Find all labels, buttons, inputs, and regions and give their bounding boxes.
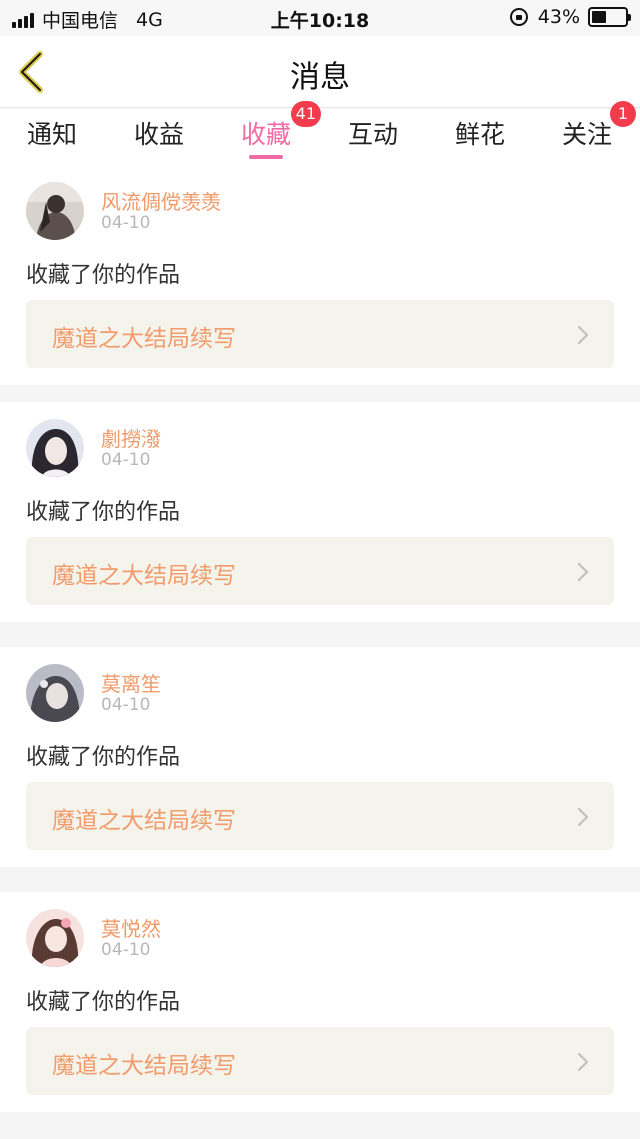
avatar[interactable] — [26, 909, 84, 967]
tab-favorites[interactable]: 收藏 41 — [240, 101, 322, 159]
chevron-right-icon — [577, 325, 589, 345]
username[interactable]: 莫悦然 — [101, 913, 161, 942]
battery-percent: 43% — [537, 6, 580, 28]
work-link[interactable]: 魔道之大结局续写 — [26, 537, 614, 605]
avatar[interactable] — [26, 664, 84, 722]
message-card: 莫离笙 04-10 收藏了你的作品 魔道之大结局续写 — [0, 647, 640, 867]
chevron-right-icon — [577, 1052, 589, 1072]
tab-label: 鲜花 — [454, 120, 506, 149]
tab-follow[interactable]: 关注 1 — [561, 101, 637, 151]
message-text: 收藏了你的作品 — [26, 990, 181, 1015]
unread-badge: 1 — [610, 101, 637, 127]
work-title: 魔道之大结局续写 — [52, 1053, 236, 1079]
username[interactable]: 风流倜傥羡羡 — [101, 186, 221, 215]
tab-bar: 通知 收益 收藏 41 互动 鲜花 关注 1 — [0, 101, 640, 165]
message-text: 收藏了你的作品 — [26, 745, 181, 770]
message-date: 04-10 — [101, 450, 151, 470]
message-date: 04-10 — [101, 940, 151, 960]
work-title: 魔道之大结局续写 — [52, 326, 236, 352]
message-card: 莫悦然 04-10 收藏了你的作品 魔道之大结局续写 — [0, 892, 640, 1112]
tab-label: 收藏 — [240, 120, 292, 149]
battery-fill — [592, 11, 606, 23]
active-tab-indicator — [248, 155, 283, 159]
message-card: 风流倜傥羡羡 04-10 收藏了你的作品 魔道之大结局续写 — [0, 165, 640, 385]
battery-icon — [588, 7, 631, 27]
tab-notice[interactable]: 通知 — [27, 115, 77, 151]
tab-earnings[interactable]: 收益 — [134, 115, 184, 151]
page-title: 消息 — [290, 60, 350, 95]
message-date: 04-10 — [101, 695, 151, 715]
work-link[interactable]: 魔道之大结局续写 — [26, 1027, 614, 1095]
avatar[interactable] — [26, 419, 84, 477]
nav-bar: 消息 — [0, 36, 640, 108]
chevron-right-icon — [577, 562, 589, 582]
tab-label: 通知 — [26, 120, 78, 149]
message-card: 劇撈潑 04-10 收藏了你的作品 魔道之大结局续写 — [0, 402, 640, 622]
work-title: 魔道之大结局续写 — [52, 563, 236, 589]
chevron-right-icon — [577, 807, 589, 827]
status-right: 43% — [509, 6, 631, 28]
username[interactable]: 劇撈潑 — [101, 423, 161, 452]
unread-badge: 41 — [290, 101, 322, 127]
tab-label: 关注 — [561, 120, 613, 149]
avatar[interactable] — [26, 182, 84, 240]
status-bar: 中国电信 4G 上午10:18 43% — [0, 0, 640, 36]
work-title: 魔道之大结局续写 — [52, 808, 236, 834]
work-link[interactable]: 魔道之大结局续写 — [26, 782, 614, 850]
username[interactable]: 莫离笙 — [101, 668, 161, 697]
tab-label: 收益 — [133, 120, 185, 149]
tab-interaction[interactable]: 互动 — [348, 115, 398, 151]
rotation-lock-icon — [509, 8, 528, 26]
tab-flowers[interactable]: 鲜花 — [455, 115, 505, 151]
message-text: 收藏了你的作品 — [26, 263, 181, 288]
message-text: 收藏了你的作品 — [26, 500, 181, 525]
message-date: 04-10 — [101, 213, 151, 233]
tab-label: 互动 — [347, 120, 399, 149]
work-link[interactable]: 魔道之大结局续写 — [26, 300, 614, 368]
